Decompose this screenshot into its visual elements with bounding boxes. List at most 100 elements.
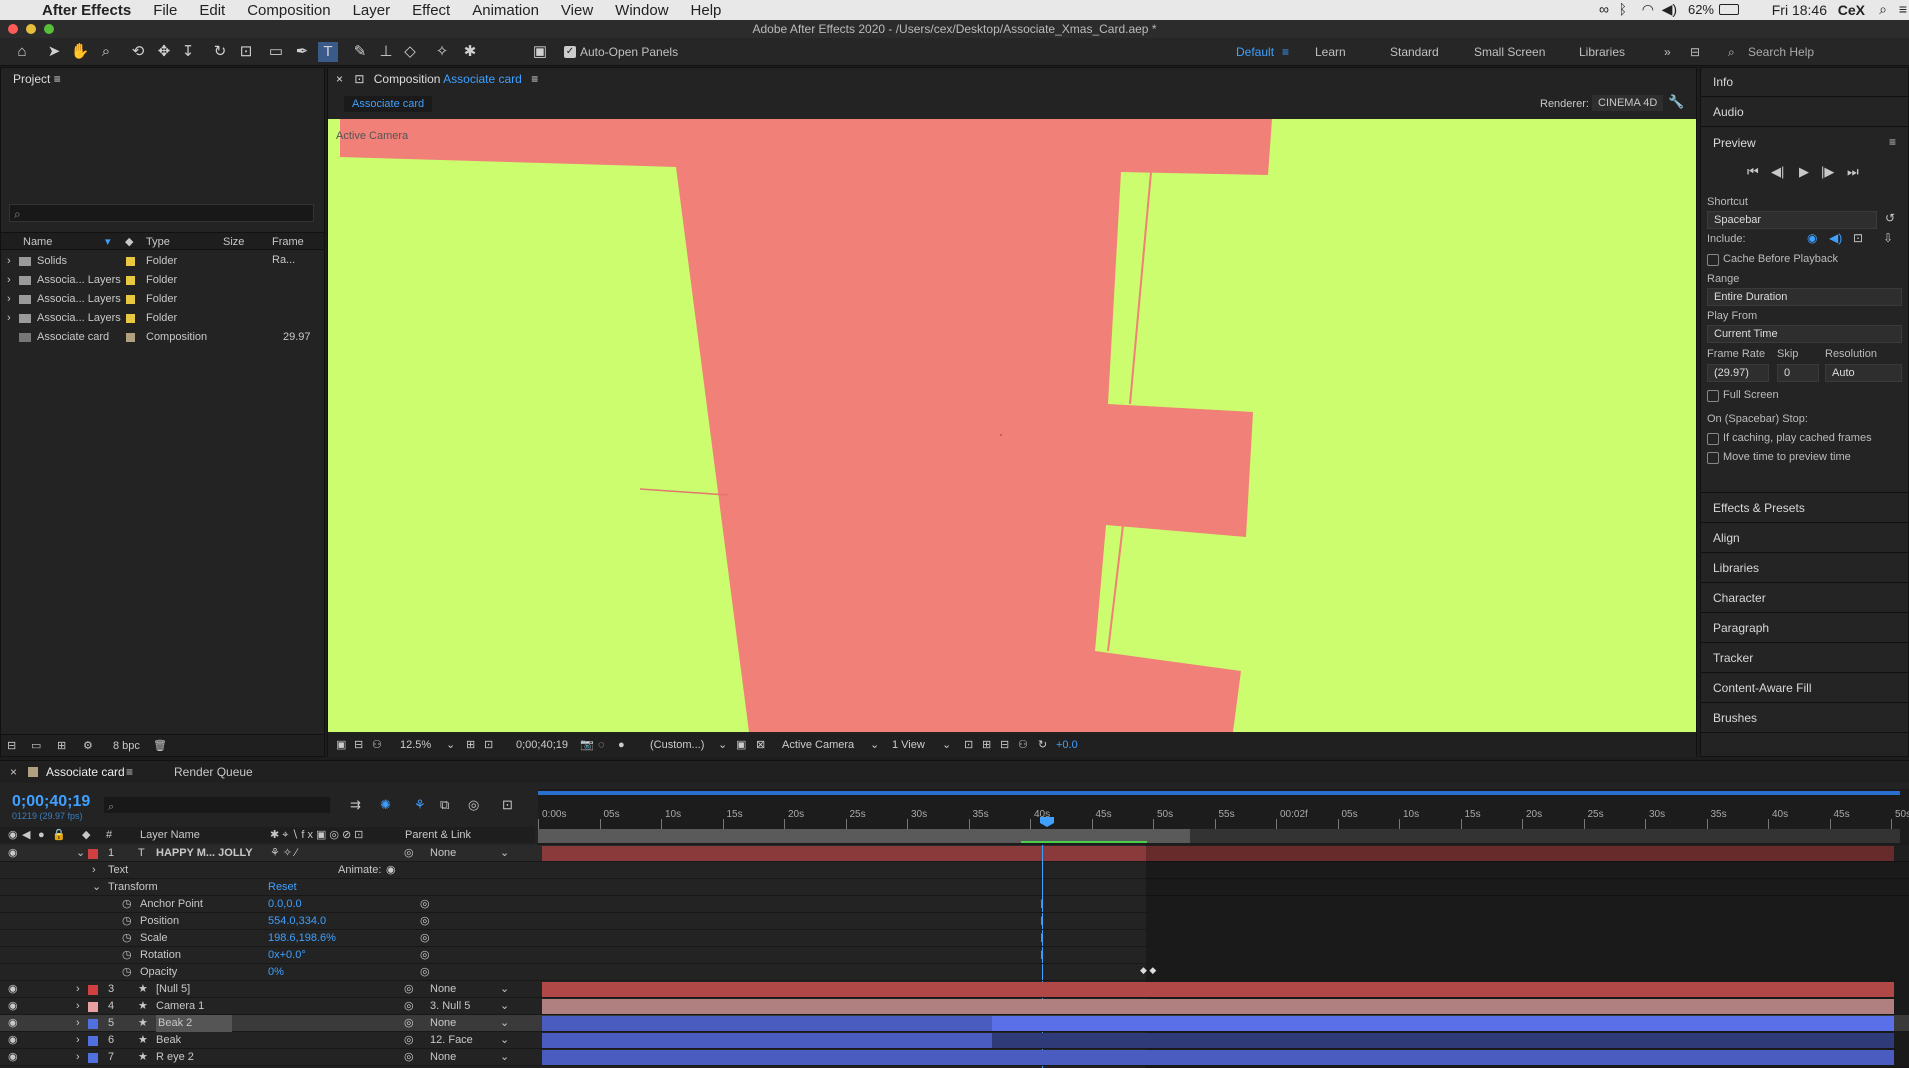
new-folder-icon[interactable]: ▭	[31, 735, 41, 757]
layer-row[interactable]: ◉ › 6 ★ Beak ◎ 12. Face ⌄	[0, 1032, 1909, 1049]
visibility-eye-icon[interactable]: ◉	[8, 981, 18, 998]
property-value[interactable]: 198.6,198.6%	[268, 930, 336, 947]
visibility-eye-icon[interactable]: ◉	[8, 1049, 18, 1066]
comp-tab-name[interactable]: Associate card	[443, 72, 522, 86]
rotation-tool-icon[interactable]: ↻	[210, 42, 230, 62]
comp-timecode[interactable]: 0;00;40;19	[516, 733, 568, 757]
workspace-menu-icon[interactable]: ≡	[1282, 45, 1289, 59]
menu-help[interactable]: Help	[691, 2, 722, 19]
audio-switch-icon[interactable]: ◀	[22, 827, 30, 843]
visibility-eye-icon[interactable]: ◉	[8, 1032, 18, 1049]
expression-pickwhip-icon[interactable]: ◎	[420, 947, 430, 964]
libraries-panel[interactable]: Libraries	[1701, 554, 1908, 583]
always-preview-icon[interactable]: ▣	[336, 733, 346, 757]
layer-name[interactable]: HAPPY M... JOLLY	[156, 845, 253, 862]
close-tab-icon[interactable]: ×	[10, 761, 17, 783]
time-ruler-area[interactable]: 0:00s 05s 10s 15s 20s 25s 30s 35s 40s 45s 50s 55s 00…	[538, 789, 1909, 845]
rectangle-tool-icon[interactable]: ▭	[266, 42, 286, 62]
motion-blur-icon[interactable]: ◎	[468, 797, 479, 813]
col-name[interactable]: Name	[23, 233, 52, 251]
parent-pickwhip-icon[interactable]: ◎	[404, 845, 414, 862]
parent-select[interactable]: 12. Face	[430, 1032, 473, 1049]
stopwatch-icon[interactable]: ◷	[122, 913, 132, 930]
shy-layers-icon[interactable]: ⚘	[414, 797, 426, 813]
workspace-libraries[interactable]: Libraries	[1579, 45, 1625, 59]
expand-arrow-icon[interactable]: ›	[92, 862, 96, 879]
auto-open-checkbox[interactable]: ✓	[564, 46, 576, 58]
draft-3d-toggle-icon[interactable]: ✺	[380, 797, 391, 813]
views-select[interactable]: 1 View	[892, 733, 925, 757]
chevron-down-icon[interactable]: ⌄	[446, 733, 455, 757]
workspace-small-screen[interactable]: Small Screen	[1474, 45, 1545, 59]
transparency-grid-icon[interactable]: ⊡	[484, 733, 493, 757]
keyframes[interactable]: ◆ ◆	[1140, 965, 1156, 976]
lock-switch-icon[interactable]: 🔒	[52, 827, 66, 843]
bpc-label[interactable]: 8 bpc	[113, 735, 140, 757]
menu-animation[interactable]: Animation	[472, 2, 539, 19]
col-layer-name[interactable]: Layer Name	[140, 827, 200, 843]
shortcut-select[interactable]: Spacebar	[1707, 211, 1877, 229]
property-value[interactable]: 0.0,0.0	[268, 896, 302, 913]
property-value[interactable]: 554.0,334.0	[268, 913, 326, 930]
chevron-down-icon[interactable]: ⌄	[942, 733, 951, 757]
roto-brush-tool-icon[interactable]: ✧	[432, 42, 452, 62]
trash-icon[interactable]: 🗑	[153, 735, 167, 757]
user-name[interactable]: CeX	[1838, 2, 1865, 18]
layer-row[interactable]: ◉ › 4 ★ Camera 1 ◎ 3. Null 5 ⌄	[0, 998, 1909, 1015]
zoom-select[interactable]: 12.5%	[400, 733, 431, 757]
expand-arrow-icon[interactable]: ›	[76, 1032, 80, 1049]
creative-cloud-icon[interactable]: ∞	[1599, 1, 1609, 17]
eraser-tool-icon[interactable]: ◇	[400, 42, 420, 62]
zoom-tool-icon[interactable]: ⌕	[96, 42, 116, 62]
show-snapshot-icon[interactable]: ◌	[598, 733, 605, 757]
info-panel[interactable]: Info	[1701, 68, 1908, 97]
layer-name[interactable]: Camera 1	[156, 998, 204, 1015]
new-composition-icon[interactable]: ⊞	[57, 735, 66, 757]
label-color[interactable]	[88, 985, 98, 995]
move-time-checkbox[interactable]	[1707, 452, 1719, 464]
layer-name[interactable]: [Null 5]	[156, 981, 190, 998]
property-row[interactable]: ◷ Position 554.0,334.0 ◎ I	[0, 913, 1909, 930]
next-frame-icon[interactable]: |▶	[1821, 164, 1834, 180]
reset-link[interactable]: Reset	[268, 879, 297, 896]
bluetooth-icon[interactable]: ᛒ	[1619, 1, 1627, 17]
chevron-down-icon[interactable]: ⌄	[500, 1049, 509, 1066]
first-frame-icon[interactable]: ⏮	[1747, 164, 1759, 180]
snapshot-icon[interactable]: 📷	[580, 733, 594, 757]
resolution-select[interactable]: Auto	[1825, 364, 1902, 382]
label-color[interactable]	[126, 257, 135, 266]
time-ruler[interactable]: 0:00s 05s 10s 15s 20s 25s 30s 35s 40s 45s 50s 55s 00…	[538, 809, 1909, 829]
layer-name[interactable]: Beak 2	[156, 1015, 233, 1032]
project-settings-icon[interactable]: ⚙	[83, 735, 93, 757]
expression-pickwhip-icon[interactable]: ◎	[420, 964, 430, 981]
parent-select[interactable]: 3. Null 5	[430, 998, 470, 1015]
chevron-down-icon[interactable]: ⌄	[870, 733, 879, 757]
stopwatch-icon[interactable]: ◷	[122, 964, 132, 981]
parent-pickwhip-icon[interactable]: ◎	[404, 1015, 414, 1032]
exposure-value[interactable]: +0.0	[1056, 733, 1078, 757]
lock-icon[interactable]: ⊡	[354, 72, 364, 86]
layer-bar-selected[interactable]	[992, 1016, 1894, 1031]
expand-arrow-icon[interactable]: ›	[76, 1015, 80, 1032]
col-parent[interactable]: Parent & Link	[405, 827, 471, 843]
effects-presets-panel[interactable]: Effects & Presets	[1701, 494, 1908, 523]
property-value[interactable]: 0x+0.0°	[268, 947, 306, 964]
camera-view-select[interactable]: Active Camera	[782, 733, 854, 757]
project-item[interactable]: › Associa... Layers Folder	[1, 290, 324, 309]
parent-pickwhip-icon[interactable]: ◎	[404, 981, 414, 998]
text-group-label[interactable]: Text	[108, 862, 128, 879]
hand-tool-icon[interactable]: ✋	[70, 42, 90, 62]
paragraph-panel[interactable]: Paragraph	[1701, 614, 1908, 643]
property-row[interactable]: ◷ Rotation 0x+0.0° ◎ I	[0, 947, 1909, 964]
time-navigator[interactable]	[538, 791, 1900, 795]
expression-pickwhip-icon[interactable]: ◎	[420, 896, 430, 913]
timeline-tab-render-queue[interactable]: Render Queue	[174, 761, 253, 783]
switches-icons[interactable]: ✱⌖∖fx▣◎⊘⊡	[270, 827, 366, 843]
type-tool-icon[interactable]: T	[318, 42, 338, 62]
stopwatch-icon[interactable]: ◷	[122, 930, 132, 947]
mask-visibility-icon[interactable]: ⚇	[372, 733, 382, 757]
parent-pickwhip-icon[interactable]: ◎	[404, 998, 414, 1015]
menu-view[interactable]: View	[561, 2, 593, 19]
close-window-button[interactable]	[8, 24, 18, 34]
layer-row[interactable]: ◉ › 3 ★ [Null 5] ◎ None ⌄	[0, 981, 1909, 998]
